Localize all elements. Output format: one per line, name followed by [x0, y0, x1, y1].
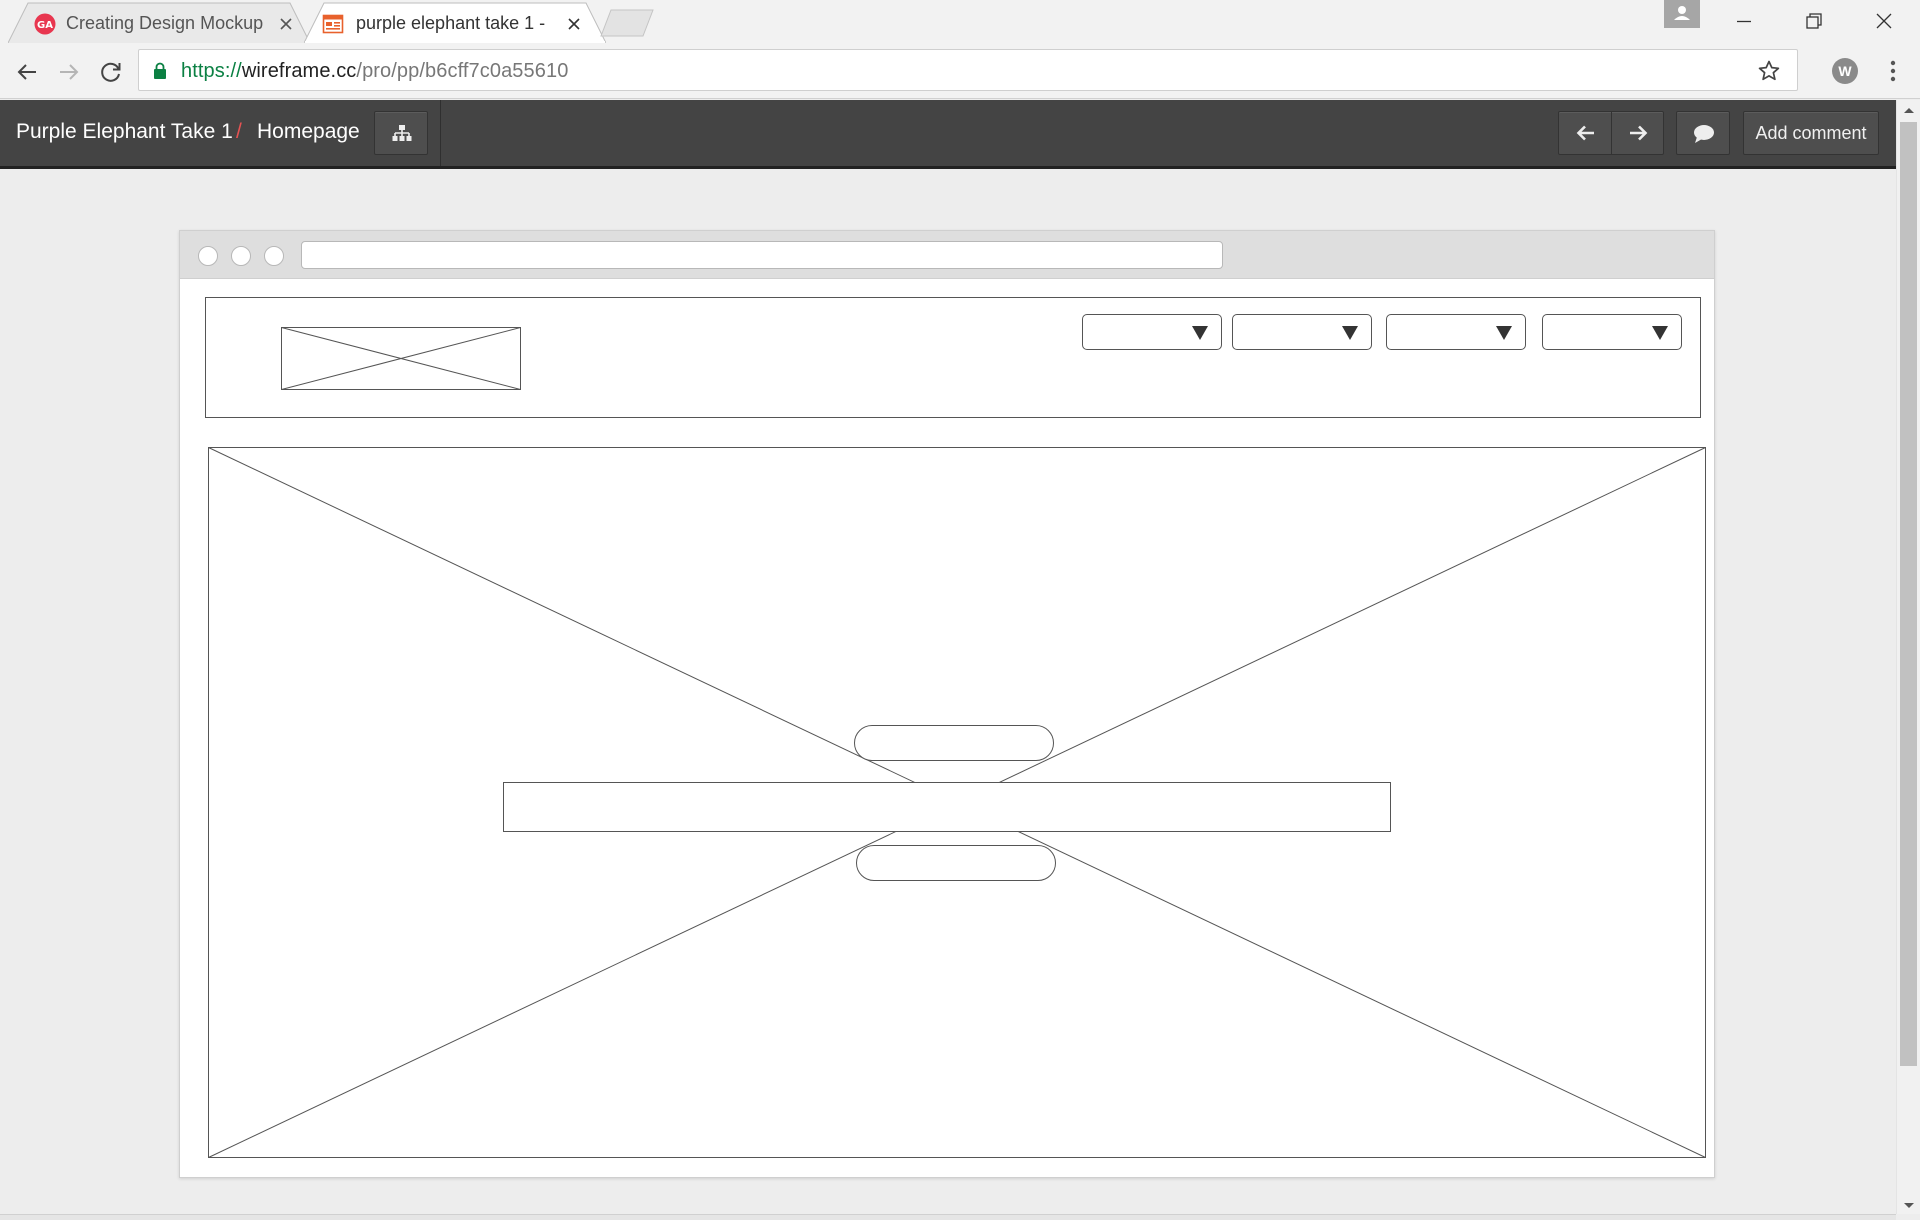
window-restore-button[interactable] — [1780, 0, 1848, 42]
browser-tab-creating-design-mockup[interactable]: GA Creating Design Mockup — [8, 2, 310, 43]
url-path: /pro/pp/b6cff7c0a55610 — [356, 60, 569, 82]
browser-menu-icon[interactable] — [1882, 56, 1904, 86]
url-host: wireframe.cc — [241, 60, 357, 82]
window-dot-icon — [231, 246, 251, 266]
scroll-down-arrow-icon[interactable] — [1903, 1202, 1915, 1210]
close-icon — [1876, 13, 1892, 29]
window-minimize-button[interactable] — [1710, 0, 1778, 42]
dropdown-triangle-icon — [1192, 326, 1208, 340]
breadcrumb-page[interactable]: Homepage — [257, 120, 360, 144]
extension-w-button[interactable]: W — [1832, 58, 1858, 84]
sitemap-button[interactable] — [374, 111, 428, 155]
reload-icon[interactable] — [96, 57, 126, 87]
general-assembly-logo-icon: GA — [34, 13, 56, 35]
window-close-button[interactable] — [1850, 0, 1918, 42]
wireframe-nav-dropdown-4[interactable] — [1542, 314, 1682, 350]
browser-tab-strip: GA Creating Design Mockup purple elephan… — [0, 0, 1920, 43]
new-tab-button[interactable] — [600, 9, 654, 37]
dropdown-triangle-icon — [1496, 326, 1512, 340]
arrow-left-icon — [1576, 125, 1594, 141]
dropdown-triangle-icon — [1652, 326, 1668, 340]
browser-tab-purple-elephant[interactable]: purple elephant take 1 - — [304, 2, 606, 43]
arrow-right-icon — [1630, 125, 1648, 141]
wireframe-header-box[interactable] — [205, 297, 1701, 418]
address-bar[interactable]: https://wireframe.cc/pro/pp/b6cff7c0a556… — [138, 49, 1798, 91]
window-dot-icon — [198, 246, 218, 266]
window-bottom-edge — [0, 1214, 1896, 1220]
wireframe-nav-dropdown-1[interactable] — [1082, 314, 1222, 350]
window-dot-icon — [264, 246, 284, 266]
tab-close-icon[interactable] — [276, 14, 296, 34]
breadcrumb-project[interactable]: Purple Elephant Take 1 — [16, 120, 233, 144]
wireframe-nav-dropdown-3[interactable] — [1386, 314, 1526, 350]
logo-image-placeholder-icon[interactable] — [281, 327, 521, 390]
hero-bottom-pill-button[interactable] — [856, 845, 1056, 881]
svg-text:GA: GA — [37, 20, 53, 31]
page-scrollbar[interactable] — [1896, 100, 1920, 1214]
url-scheme: https:// — [181, 60, 242, 82]
back-arrow-icon[interactable] — [12, 57, 42, 87]
forward-arrow-icon[interactable] — [54, 57, 84, 87]
dropdown-triangle-icon — [1342, 326, 1358, 340]
tab-title: purple elephant take 1 - — [356, 13, 546, 33]
restore-icon — [1806, 13, 1822, 29]
tab-close-icon[interactable] — [564, 14, 584, 34]
wireframe-nav-dropdown-2[interactable] — [1232, 314, 1372, 350]
browser-toolbar: https://wireframe.cc/pro/pp/b6cff7c0a556… — [0, 43, 1920, 99]
minimize-icon — [1737, 20, 1751, 23]
previous-page-button[interactable] — [1558, 111, 1612, 155]
add-comment-button[interactable]: Add comment — [1743, 111, 1879, 155]
lock-icon — [154, 62, 166, 79]
person-icon — [1674, 6, 1690, 20]
tab-title: Creating Design Mockup — [66, 13, 264, 33]
sitemap-icon — [392, 125, 412, 141]
scroll-thumb[interactable] — [1900, 122, 1917, 1066]
breadcrumb-separator: / — [236, 120, 242, 143]
hero-text-bar[interactable] — [503, 782, 1391, 832]
wireframe-url-field — [301, 241, 1223, 269]
wireframe-browser-frame[interactable] — [179, 230, 1715, 1178]
next-page-button[interactable] — [1611, 111, 1664, 155]
comments-toggle-button[interactable] — [1676, 111, 1730, 155]
speech-bubble-icon — [1694, 125, 1714, 143]
wireframe-browser-bar — [180, 231, 1714, 279]
address-url: https://wireframe.cc/pro/pp/b6cff7c0a556… — [181, 60, 568, 83]
hero-top-pill-button[interactable] — [854, 725, 1054, 761]
profile-avatar-button[interactable] — [1664, 0, 1700, 28]
app-header: Purple Elephant Take 1 / Homepage Add co… — [0, 100, 1896, 169]
wireframe-page-icon — [322, 14, 344, 34]
scroll-up-arrow-icon[interactable] — [1903, 106, 1915, 114]
header-divider — [440, 100, 441, 166]
bookmark-star-icon[interactable] — [1757, 59, 1781, 83]
